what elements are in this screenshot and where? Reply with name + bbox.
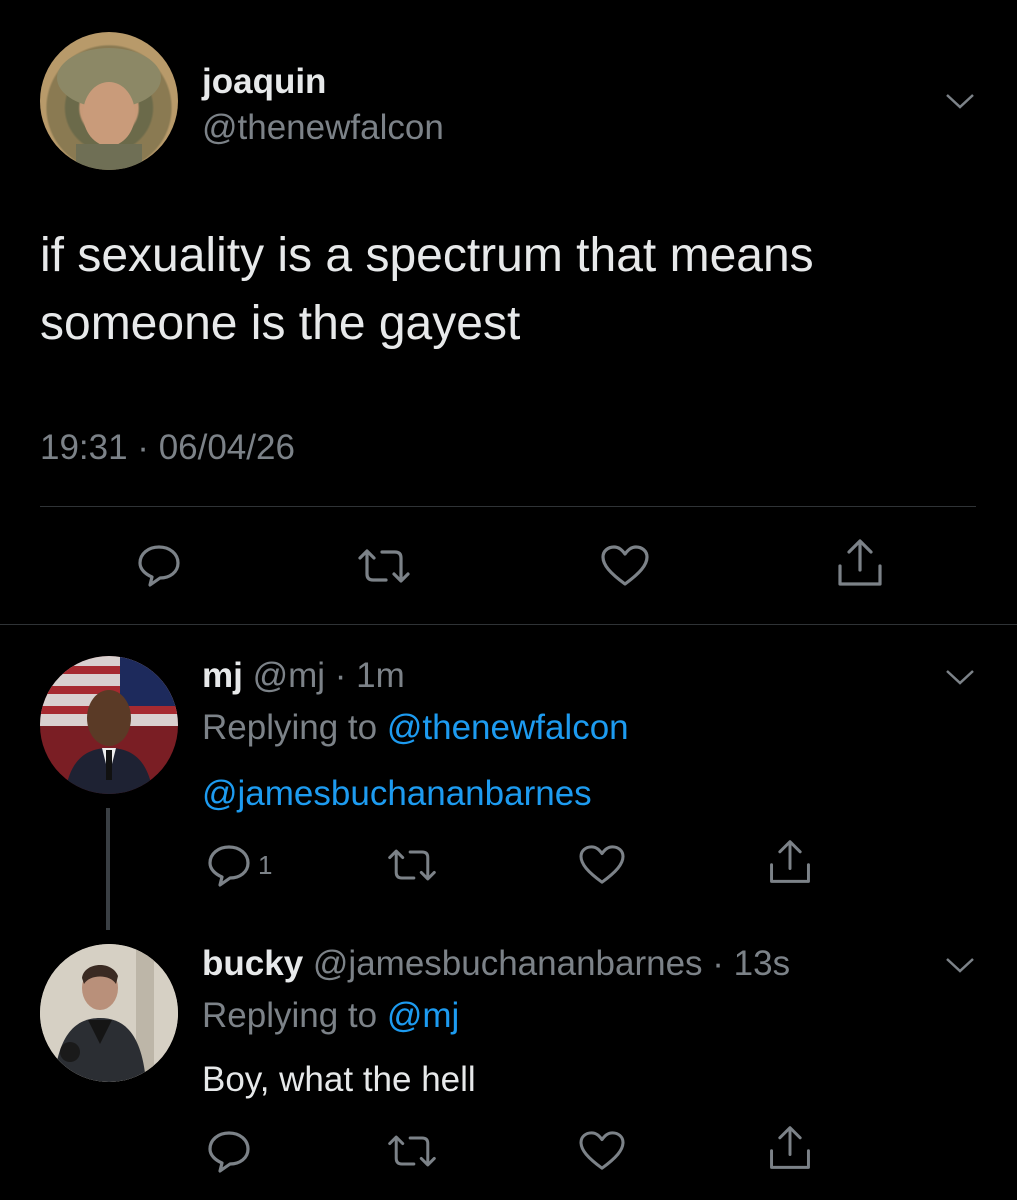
share-icon (766, 838, 814, 886)
like-icon (600, 544, 650, 588)
mention-link[interactable]: @mj (387, 996, 459, 1035)
reply-icon (136, 542, 182, 588)
reply-header: mj @mj · 1m (202, 656, 405, 696)
share-button[interactable] (766, 1124, 814, 1172)
mention-link[interactable]: @thenewfalcon (387, 708, 629, 747)
replying-label: Replying to (202, 708, 378, 747)
tweet-text-line: someone is the gayest (40, 297, 521, 350)
like-button[interactable] (578, 844, 626, 886)
retweet-icon (386, 844, 438, 886)
like-button[interactable] (600, 544, 650, 588)
author-handle[interactable]: @mj (253, 656, 325, 695)
share-icon (766, 1124, 814, 1172)
chevron-down-icon[interactable] (944, 90, 976, 112)
share-button[interactable] (834, 538, 886, 588)
chevron-down-icon[interactable] (944, 666, 976, 688)
avatar-joaquin[interactable] (40, 32, 178, 170)
reply-count: 1 (258, 849, 273, 880)
divider (40, 506, 976, 507)
author-name[interactable]: joaquin (202, 62, 326, 102)
share-button[interactable] (766, 838, 814, 886)
tweet-timestamp[interactable]: 19:31 · 06/04/26 (40, 428, 295, 468)
replying-to: Replying to @thenewfalcon (202, 708, 629, 748)
like-icon (578, 844, 626, 886)
retweet-icon (386, 1130, 438, 1172)
reply-text: Boy, what the hell (202, 1060, 476, 1099)
like-button[interactable] (578, 1130, 626, 1172)
like-icon (578, 1130, 626, 1172)
reply-time[interactable]: · 1m (335, 656, 405, 695)
reply-icon (206, 842, 252, 888)
retweet-button[interactable] (386, 844, 438, 886)
avatar-bucky[interactable] (40, 944, 178, 1082)
reply-time[interactable]: · 13s (712, 944, 790, 983)
chevron-down-icon[interactable] (944, 954, 976, 976)
reply-button[interactable] (136, 542, 182, 588)
author-handle[interactable]: @jamesbuchananbarnes (313, 944, 703, 983)
tweet-text: if sexuality is a spectrum that means so… (40, 222, 814, 358)
author-name[interactable]: mj (202, 656, 243, 695)
reply-button[interactable] (206, 1128, 252, 1174)
retweet-icon (356, 544, 412, 588)
reply-text[interactable]: @jamesbuchananbarnes (202, 774, 592, 814)
avatar-mj[interactable] (40, 656, 178, 794)
author-name[interactable]: bucky (202, 944, 303, 983)
thread-line (106, 808, 110, 930)
author-handle[interactable]: @thenewfalcon (202, 108, 444, 148)
retweet-button[interactable] (356, 544, 412, 588)
reply-button[interactable]: 1 (206, 842, 272, 888)
share-icon (834, 538, 886, 588)
reply-icon (206, 1128, 252, 1174)
replying-to: Replying to @mj (202, 996, 459, 1036)
reply-header: bucky @jamesbuchananbarnes · 13s (202, 944, 790, 984)
retweet-button[interactable] (386, 1130, 438, 1172)
replying-label: Replying to (202, 996, 378, 1035)
divider (0, 624, 1017, 625)
tweet-text-line: if sexuality is a spectrum that means (40, 229, 814, 282)
